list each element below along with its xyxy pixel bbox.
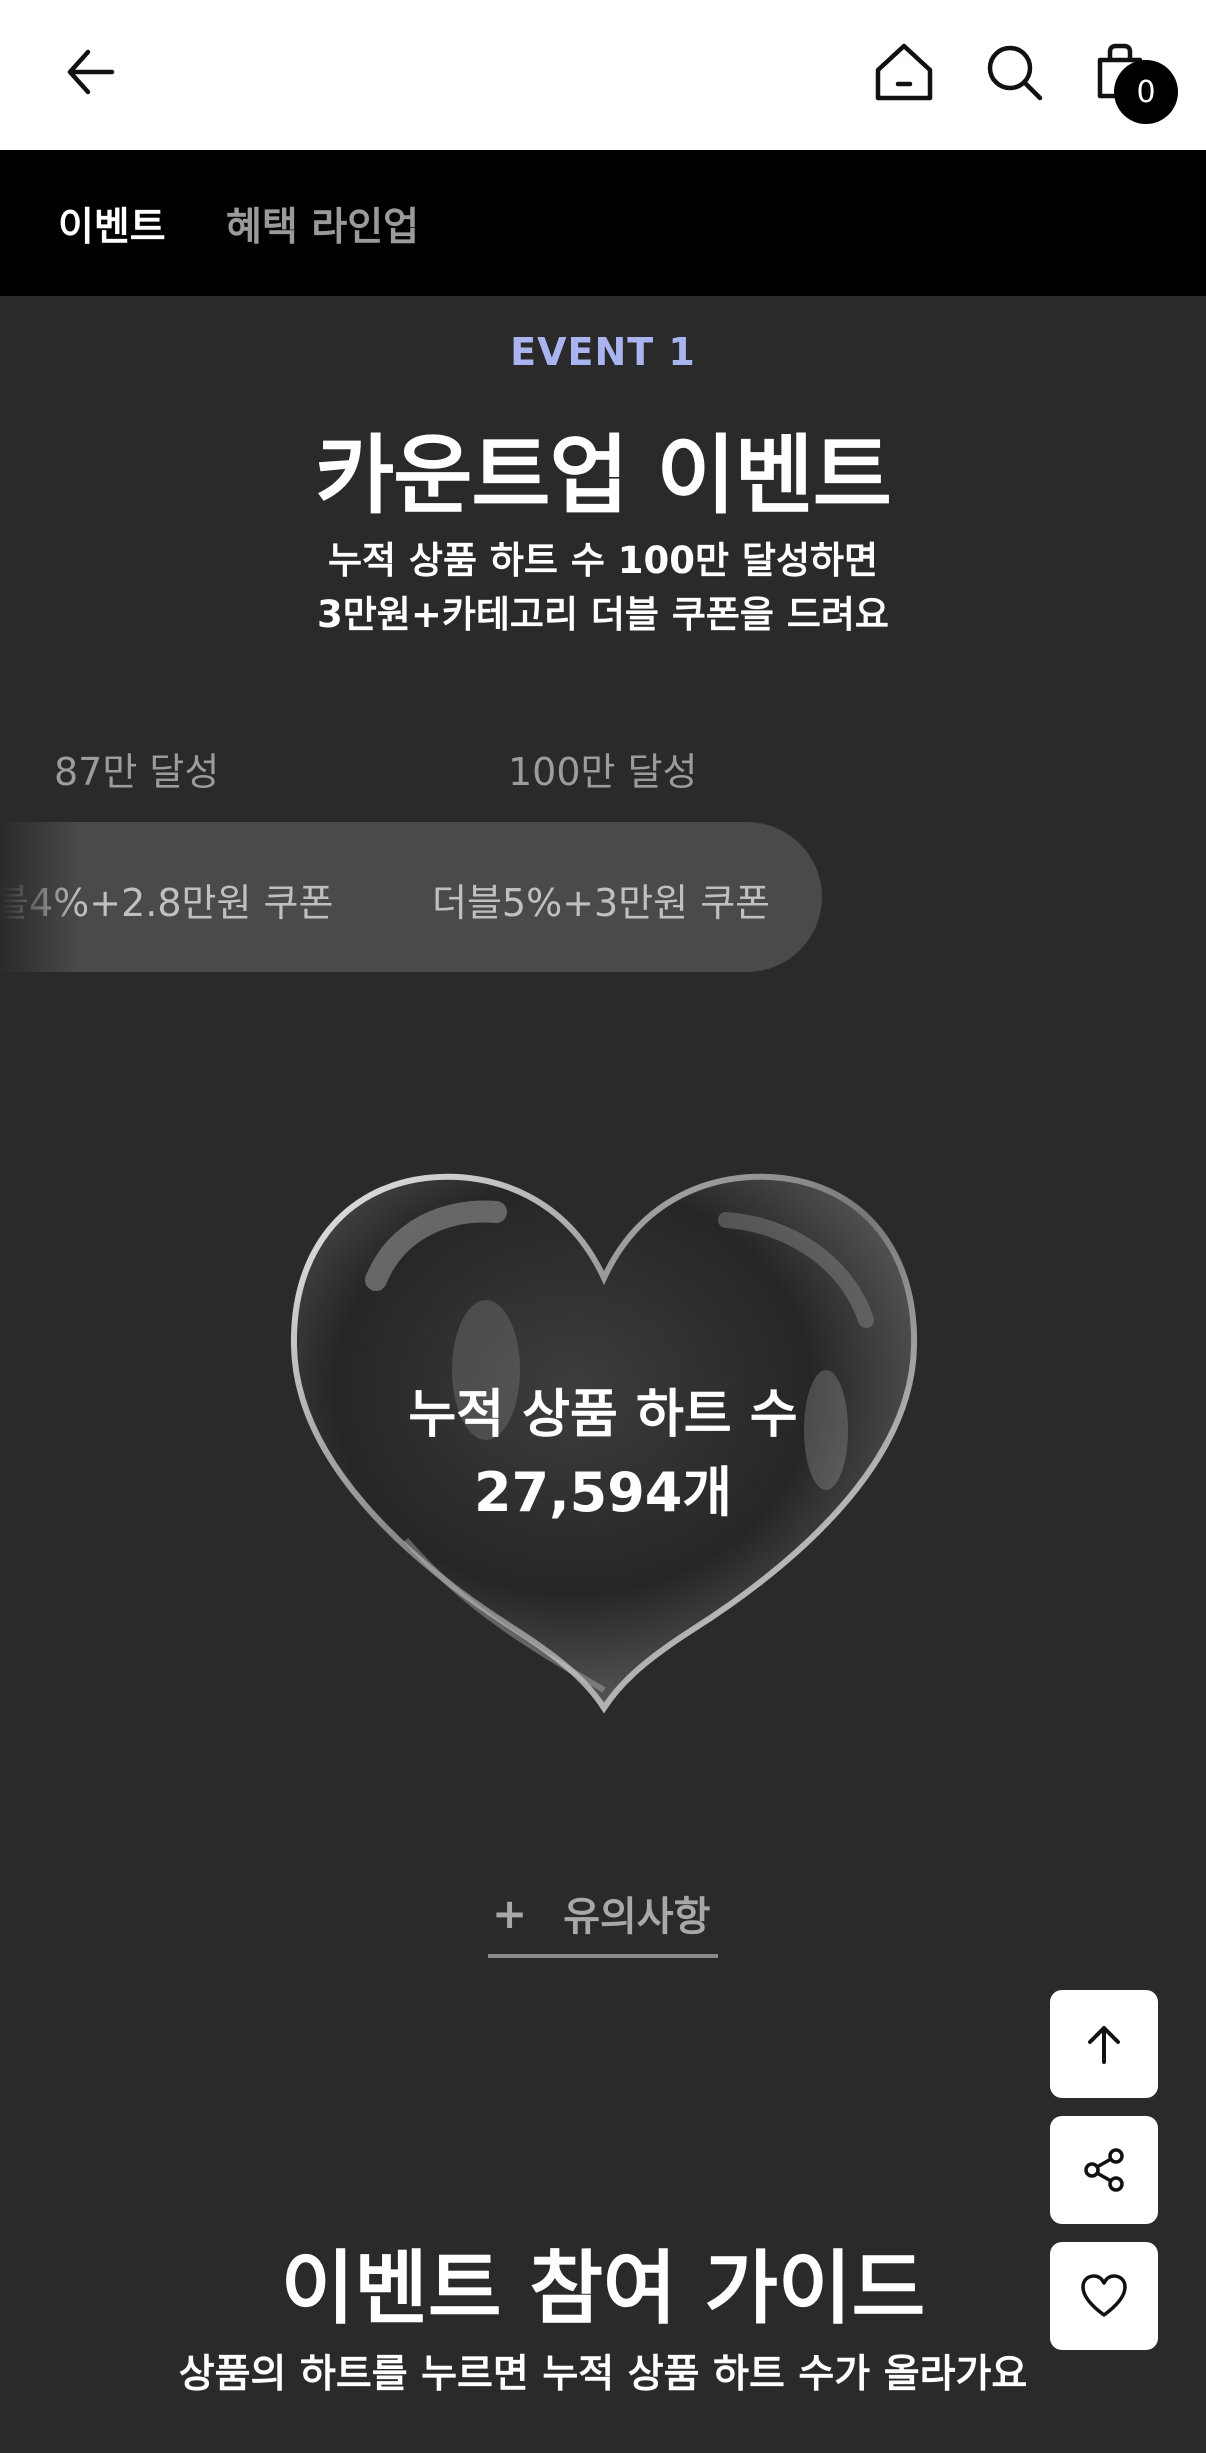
search-icon — [987, 45, 1043, 101]
notice-toggle-button[interactable]: + 유의사항 — [488, 1872, 718, 1958]
event-title: 카운트업 이벤트 — [315, 426, 892, 526]
event-page: 0 이벤트 혜택 라인업 EVENT 1 카운트업 이벤트 누적 상품 하트 수… — [0, 0, 1206, 2453]
guide-description: 상품의 하트를 누르면 누적 상품 하트 수가 올라가요 — [178, 2352, 1028, 2397]
share-button[interactable] — [1050, 2116, 1158, 2224]
notice-label: 유의사항 — [563, 1894, 711, 1940]
back-button[interactable] — [48, 30, 132, 114]
event-description-line-1: 누적 상품 하트 수 100만 달성하면 — [327, 539, 879, 582]
scroll-to-top-button[interactable] — [1050, 1990, 1158, 2098]
heart-count-label: 누적 상품 하트 수 — [408, 1385, 798, 1445]
home-button[interactable] — [862, 30, 946, 114]
plus-icon: + — [492, 1888, 528, 1938]
tab-event[interactable]: 이벤트 — [58, 196, 166, 252]
event-number-label: EVENT 1 — [510, 330, 696, 374]
share-icon — [1084, 2148, 1124, 2192]
cart-count-badge: 0 — [1114, 60, 1178, 124]
event-description: 누적 상품 하트 수 100만 달성하면 3만원+카테고리 더블 쿠폰을 드려요 — [0, 534, 1206, 642]
tab-bar: 이벤트 혜택 라인업 — [0, 150, 1206, 296]
home-icon — [875, 43, 933, 101]
arrow-up-icon — [1088, 2026, 1120, 2064]
heart-count-value: 27,594개 — [473, 1461, 733, 1524]
milestone-label: 87만 달성 — [54, 750, 220, 794]
like-button[interactable] — [1050, 2242, 1158, 2350]
search-button[interactable] — [972, 30, 1056, 114]
coupon-reward-text: 더블5%+3만원 쿠폰 — [432, 881, 771, 925]
coupon-track-fade — [0, 822, 80, 972]
guide-title: 이벤트 참여 가이드 — [280, 2242, 926, 2335]
milestone-label: 100만 달성 — [508, 750, 698, 794]
arrow-left-icon — [67, 49, 115, 95]
top-header: 0 — [0, 0, 1206, 150]
heart-outline-icon — [1081, 2274, 1127, 2317]
tab-benefit-lineup[interactable]: 혜택 라인업 — [226, 196, 419, 252]
event-description-line-2: 3만원+카테고리 더블 쿠폰을 드려요 — [317, 593, 889, 636]
